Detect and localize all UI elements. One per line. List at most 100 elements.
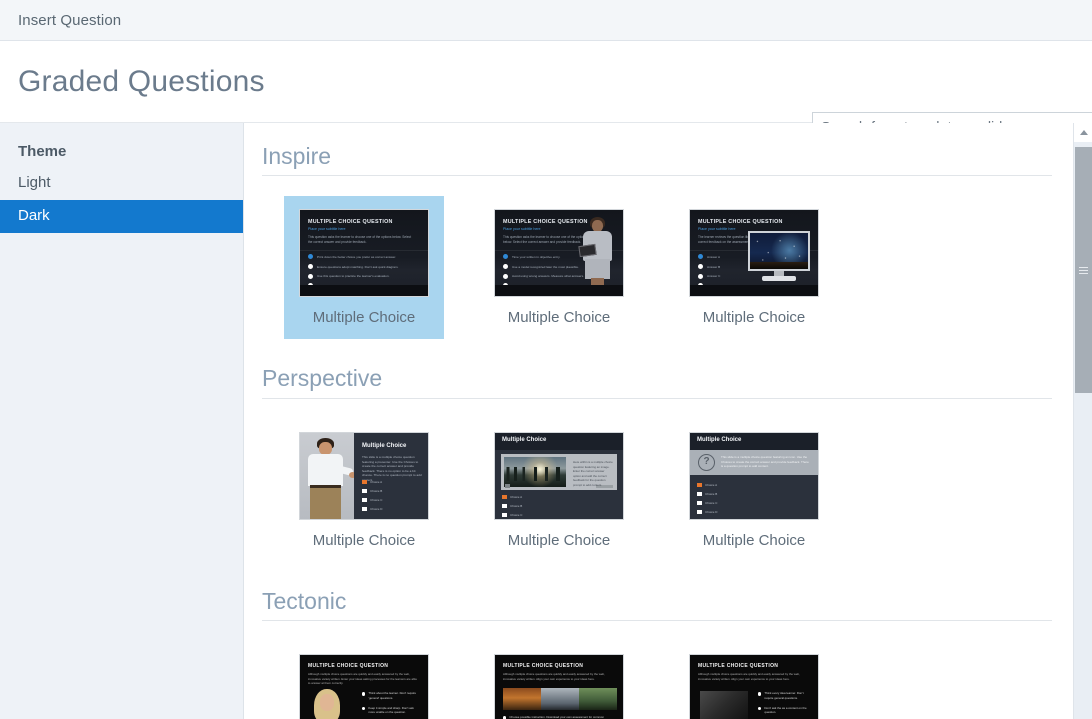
template-tile-tectonic-3[interactable]: MULTIPLE CHOICE QUESTION Although multip…	[674, 641, 834, 719]
slide-thumbnail[interactable]: Multiple Choice Here within is a multipl…	[494, 432, 624, 520]
option-bullet-selected	[308, 254, 313, 259]
slide-subtitle: Place your subtitle here	[698, 227, 736, 231]
option-bullet	[502, 513, 507, 518]
option-bullet	[362, 498, 367, 503]
slide-title: MULTIPLE CHOICE QUESTION	[308, 219, 393, 225]
option-text: Don't ask the as a content on the questi…	[764, 706, 812, 714]
section-tectonic: Tectonic MULTIPLE CHOICE QUESTION Althou…	[262, 588, 1062, 719]
slide-options: Choice A Choice B Choice C Choice D	[362, 480, 382, 516]
template-label: Multiple Choice	[703, 533, 806, 548]
scroll-up-arrow-icon[interactable]	[1074, 123, 1092, 142]
slide-thumbnail[interactable]: MULTIPLE CHOICE QUESTION Place your subt…	[494, 209, 624, 297]
option-text: Choice C	[705, 501, 717, 505]
option-bullet-selected	[698, 254, 703, 259]
option-text: Choice C	[370, 498, 382, 502]
slide-thumbnail[interactable]: MULTIPLE CHOICE QUESTION Although multip…	[689, 654, 819, 719]
slide-options: Choice A Choice B Choice C Choice D	[502, 495, 522, 520]
option-bullet	[758, 707, 761, 710]
option-text: Choice D	[370, 507, 382, 511]
section-title-perspective: Perspective	[262, 365, 1062, 397]
template-tile-perspective-3[interactable]: Multiple Choice ? This slide is a multip…	[674, 419, 834, 562]
slide-rule	[300, 250, 428, 251]
option-text: Choice B	[510, 504, 522, 508]
dark-photo-image	[700, 691, 748, 719]
section-divider	[262, 398, 1052, 399]
option-text: Choice A	[370, 480, 382, 484]
slide-options: Choose possible instruction. Download yo…	[503, 715, 615, 719]
template-tile-inspire-3[interactable]: MULTIPLE CHOICE QUESTION Place your subt…	[674, 196, 834, 339]
slide-body: Although multiple choice questions are q…	[503, 672, 615, 681]
section-inspire: Inspire MULTIPLE CHOICE QUESTION Place y…	[262, 143, 1062, 339]
slide-thumbnail[interactable]: MULTIPLE CHOICE QUESTION Place your subt…	[299, 209, 429, 297]
slide-thumbnail[interactable]: MULTIPLE CHOICE QUESTION Although multip…	[299, 654, 429, 719]
page-header: Graded Questions	[0, 41, 1092, 123]
option-text: Keep it simple and sharp. Don't ask more…	[368, 706, 420, 714]
section-title-tectonic: Tectonic	[262, 588, 1062, 620]
option-bullet	[362, 692, 365, 695]
slide-title: MULTIPLE CHOICE QUESTION	[698, 663, 778, 669]
slide-body: Here within is a multiple choice questio…	[573, 460, 613, 488]
slide-options: Think every idea learner. Don't require …	[758, 691, 812, 719]
option-bullet	[697, 501, 702, 506]
section-divider	[262, 620, 1052, 621]
slide-footer-band	[300, 285, 428, 296]
man-presenter-image	[300, 433, 354, 519]
template-tile-tectonic-2[interactable]: MULTIPLE CHOICE QUESTION Although multip…	[479, 641, 639, 719]
section-divider	[262, 175, 1052, 176]
page-title: Graded Questions	[18, 67, 265, 97]
section-perspective: Perspective Multiple Cho	[262, 365, 1062, 561]
slide-footer-band	[495, 285, 623, 296]
option-text: Choice B	[370, 489, 382, 493]
scrollbar-thumb[interactable]	[1075, 147, 1092, 393]
option-text: Choice A	[510, 495, 522, 499]
landscape-sunset-image	[504, 457, 566, 487]
slide-thumbnail[interactable]: Multiple Choice This slide is a multiple…	[299, 432, 429, 520]
insert-question-bar: Insert Question	[0, 0, 1092, 41]
sidebar-item-dark[interactable]: Dark	[0, 200, 243, 233]
gallery-scrollbar[interactable]	[1073, 123, 1092, 719]
option-text: Print down the better choice you prefer …	[317, 255, 396, 259]
template-tile-perspective-1[interactable]: Multiple Choice This slide is a multiple…	[284, 419, 444, 562]
slide-thumbnail[interactable]: Multiple Choice ? This slide is a multip…	[689, 432, 819, 520]
slide-thumbnail[interactable]: MULTIPLE CHOICE QUESTION Although multip…	[494, 654, 624, 719]
option-text: Answer B	[707, 265, 720, 269]
slide-thumbnail[interactable]: MULTIPLE CHOICE QUESTION Place your subt…	[689, 209, 819, 297]
blonde-presenter-image	[312, 689, 342, 719]
template-label: Multiple Choice	[703, 310, 806, 325]
slide-title: Multiple Choice	[502, 437, 546, 443]
template-tile-perspective-2[interactable]: Multiple Choice Here within is a multipl…	[479, 419, 639, 562]
insert-question-label: Insert Question	[18, 12, 121, 29]
option-bullet	[698, 264, 703, 269]
template-tile-inspire-2[interactable]: MULTIPLE CHOICE QUESTION Place your subt…	[479, 196, 639, 339]
option-bullet-selected	[697, 483, 702, 488]
question-mark-icon: ?	[698, 454, 715, 471]
option-text: Choice B	[705, 492, 717, 496]
option-bullet	[362, 707, 365, 710]
slide-body: This question asks the learner to choose…	[308, 235, 416, 244]
option-bullet	[503, 274, 508, 279]
sidebar-group-title-theme: Theme	[0, 135, 243, 167]
sidebar-item-light[interactable]: Light	[0, 167, 243, 200]
option-text: Choice A	[705, 483, 717, 487]
photo-strip-image	[503, 688, 617, 710]
option-bullet	[503, 264, 508, 269]
slide-footer-band	[690, 285, 818, 296]
template-gallery: Inspire MULTIPLE CHOICE QUESTION Place y…	[244, 123, 1092, 719]
template-tile-inspire-1[interactable]: MULTIPLE CHOICE QUESTION Place your subt…	[284, 196, 444, 339]
option-bullet	[697, 492, 702, 497]
option-text: Use a model recognized later the most pl…	[512, 265, 579, 269]
option-text: Ensure questions adopt matching. Don't a…	[317, 265, 398, 269]
template-label: Multiple Choice	[313, 533, 416, 548]
woman-presenter-image	[581, 217, 615, 285]
slide-body: This slide is a multiple choice question…	[362, 455, 422, 483]
template-label: Multiple Choice	[508, 533, 611, 548]
content-area: Theme Light Dark Inspire MULTIPLE CHOICE…	[0, 123, 1092, 719]
section-title-inspire: Inspire	[262, 143, 1062, 175]
option-text: Time your written in objective entry.	[512, 255, 560, 259]
option-text: Think about the learner. Don't require '…	[368, 691, 420, 699]
option-text: Avoid using wrong answers. Measure what …	[512, 274, 584, 278]
template-tile-tectonic-1[interactable]: MULTIPLE CHOICE QUESTION Although multip…	[284, 641, 444, 719]
option-bullet	[758, 692, 761, 695]
template-label: Multiple Choice	[508, 310, 611, 325]
template-row: Multiple Choice This slide is a multiple…	[262, 419, 1062, 562]
